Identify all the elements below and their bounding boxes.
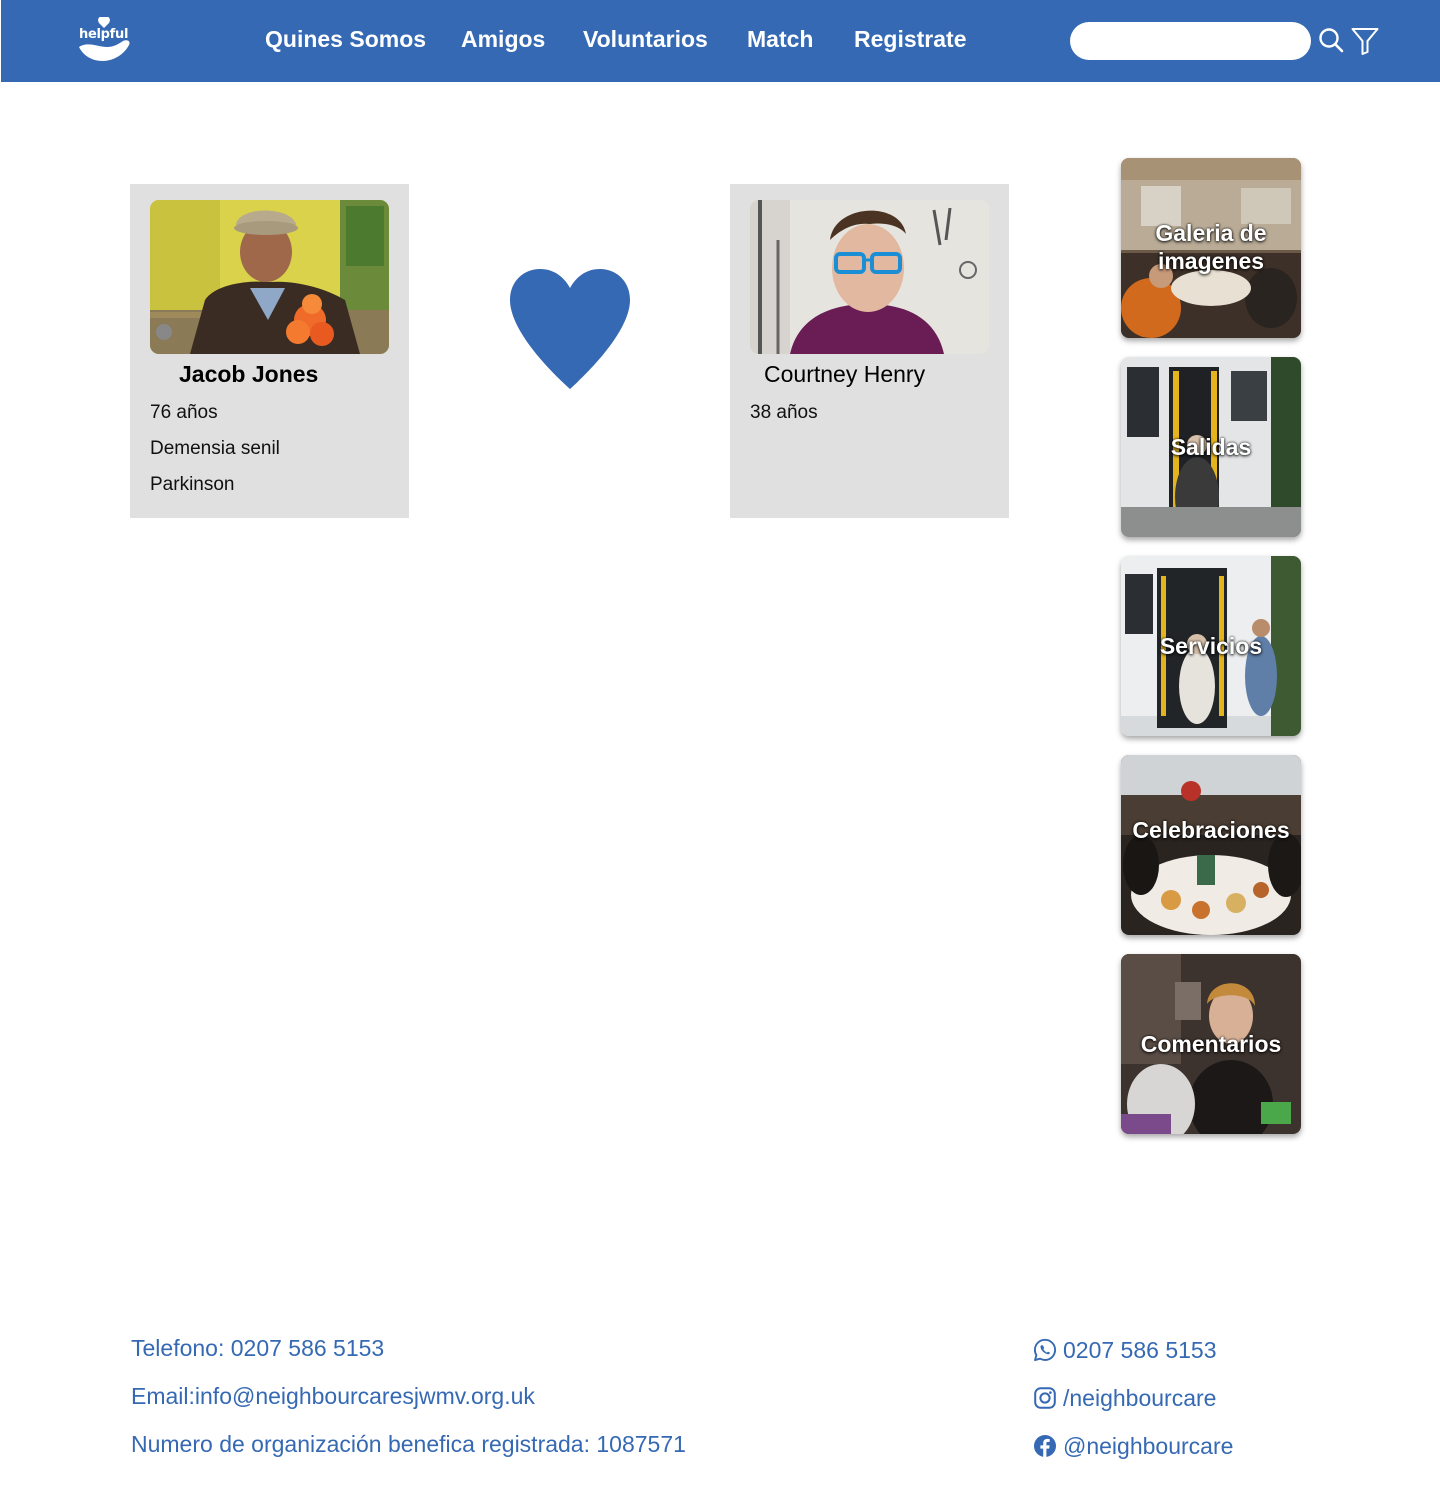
search-icon[interactable] xyxy=(1317,26,1347,56)
volunteer-profile-card[interactable]: Courtney Henry 38 años xyxy=(730,184,1009,518)
tile-servicios[interactable]: Servicios xyxy=(1121,556,1301,736)
tile-label: Comentarios xyxy=(1140,1031,1282,1057)
nav-registrate[interactable]: Registrate xyxy=(854,26,966,53)
search-input[interactable] xyxy=(1070,22,1311,60)
tile-salidas[interactable]: Salidas xyxy=(1121,357,1301,537)
nav-voluntarios[interactable]: Voluntarios xyxy=(583,26,708,53)
senior-condition: Parkinson xyxy=(150,474,235,495)
nav-quienes-somos[interactable]: Quines Somos xyxy=(265,26,426,53)
footer-phone: Telefono: 0207 586 5153 xyxy=(131,1335,385,1361)
senior-condition: Demensia senil xyxy=(150,438,280,459)
senior-photo xyxy=(150,200,389,354)
facebook-handle: @neighbourcare xyxy=(1063,1432,1234,1459)
helpful-logo[interactable]: helpful xyxy=(77,16,133,63)
tile-label: Salidas xyxy=(1170,434,1252,460)
senior-profile-card[interactable]: Jacob Jones 76 años Demensia senil Parki… xyxy=(130,184,409,518)
logo-text: helpful xyxy=(79,27,129,42)
whatsapp-number: 0207 586 5153 xyxy=(1063,1336,1217,1363)
tile-label: Galeria de imagenes xyxy=(1155,220,1267,274)
filter-icon[interactable] xyxy=(1350,26,1380,56)
instagram-link[interactable]: /neighbourcare xyxy=(1033,1384,1216,1412)
senior-age: 76 años xyxy=(150,402,218,423)
footer-charity-number: Numero de organización benefica registra… xyxy=(131,1431,686,1457)
footer-email-link[interactable]: Email:info@neighbourcaresjwmv.org.uk xyxy=(131,1383,535,1410)
nav-amigos[interactable]: Amigos xyxy=(461,26,545,53)
tile-galeria-imagenes[interactable]: Galeria de imagenes xyxy=(1121,158,1301,338)
nav-match[interactable]: Match xyxy=(747,26,813,53)
instagram-icon xyxy=(1034,1387,1056,1409)
volunteer-photo xyxy=(750,200,989,354)
whatsapp-link[interactable]: 0207 586 5153 xyxy=(1033,1336,1217,1364)
tile-photo xyxy=(1121,755,1301,935)
match-heart-icon xyxy=(508,268,632,392)
volunteer-age: 38 años xyxy=(750,402,818,423)
tile-label: Celebraciones xyxy=(1132,817,1290,843)
instagram-handle: /neighbourcare xyxy=(1063,1384,1217,1411)
facebook-link[interactable]: @neighbourcare xyxy=(1033,1432,1233,1460)
senior-name: Jacob Jones xyxy=(179,361,319,387)
tile-celebraciones[interactable]: Celebraciones xyxy=(1121,755,1301,935)
tile-label: Servicios xyxy=(1159,633,1263,659)
volunteer-name: Courtney Henry xyxy=(764,361,926,387)
whatsapp-icon xyxy=(1033,1338,1057,1362)
tile-comentarios[interactable]: Comentarios xyxy=(1121,954,1301,1134)
facebook-icon xyxy=(1034,1435,1056,1457)
top-navbar: helpful Quines Somos Amigos Voluntarios … xyxy=(1,0,1440,82)
